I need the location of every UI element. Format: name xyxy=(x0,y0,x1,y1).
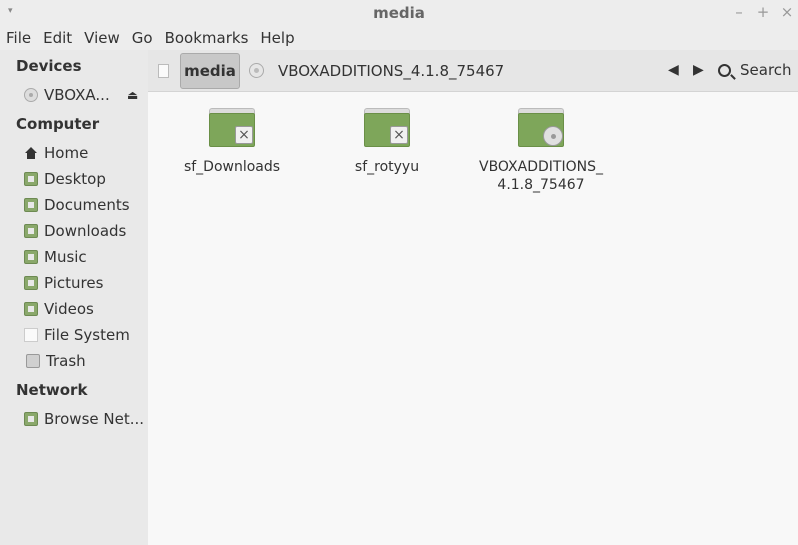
back-button[interactable]: ◀ xyxy=(668,62,679,78)
sidebar-item-pictures[interactable]: Pictures xyxy=(24,272,146,294)
minimize-button[interactable]: – xyxy=(732,3,746,21)
sidebar-item-label: Desktop xyxy=(44,170,106,188)
file-item-sf-downloads[interactable]: × sf_Downloads xyxy=(162,108,302,176)
maximize-button[interactable]: + xyxy=(756,3,770,21)
downloads-folder-icon xyxy=(24,224,38,238)
menu-bookmarks[interactable]: Bookmarks xyxy=(165,29,255,47)
file-name: VBOXADDITIONS_ 4.1.8_75467 xyxy=(471,158,611,194)
sidebar-item-file-system[interactable]: File System xyxy=(24,324,146,346)
sidebar-item-label: Trash xyxy=(46,352,86,370)
sidebar-item-label: Pictures xyxy=(44,274,104,292)
sidebar-item-label: File System xyxy=(44,326,130,344)
sidebar-item-downloads[interactable]: Downloads xyxy=(24,220,146,242)
sidebar-item-label: Music xyxy=(44,248,87,266)
title-bar: ▾ media – + × xyxy=(0,0,798,26)
mounted-disc-folder-icon xyxy=(518,108,564,148)
file-item-sf-rotyyu[interactable]: × sf_rotyyu xyxy=(317,108,457,176)
toggle-location-icon[interactable] xyxy=(158,64,169,78)
disc-icon xyxy=(249,63,264,78)
breadcrumb-media[interactable]: media xyxy=(180,53,240,89)
documents-folder-icon xyxy=(24,198,38,212)
file-view[interactable]: × sf_Downloads × sf_rotyyu VBOXADDITIONS… xyxy=(148,92,798,545)
file-name: sf_rotyyu xyxy=(354,159,420,175)
section-network: Network xyxy=(16,381,88,399)
menu-bar: File Edit View Go Bookmarks Help xyxy=(0,26,798,50)
window-title: media xyxy=(373,4,425,22)
music-folder-icon xyxy=(24,250,38,264)
search-button[interactable]: Search xyxy=(718,61,792,79)
sidebar-item-label: Browse Net... xyxy=(44,410,145,428)
sidebar-item-label: VBOXA... xyxy=(44,86,110,104)
videos-folder-icon xyxy=(24,302,38,316)
sidebar-item-label: Documents xyxy=(44,196,130,214)
file-name-line-2: 4.1.8_75467 xyxy=(497,177,585,193)
disc-emblem-icon xyxy=(543,126,563,146)
shared-folder-icon: × xyxy=(364,108,410,148)
menu-go[interactable]: Go xyxy=(132,29,159,47)
file-name-line-1: VBOXADDITIONS_ xyxy=(479,159,603,175)
network-folder-icon xyxy=(24,412,38,426)
file-item-vboxadditions[interactable]: VBOXADDITIONS_ 4.1.8_75467 xyxy=(471,108,611,194)
sidebar-item-label: Downloads xyxy=(44,222,127,240)
menu-help[interactable]: Help xyxy=(260,29,300,47)
sidebar-item-home[interactable]: Home xyxy=(24,142,146,164)
sidebar-item-videos[interactable]: Videos xyxy=(24,298,146,320)
eject-icon[interactable]: ⏏ xyxy=(127,88,138,102)
menu-file[interactable]: File xyxy=(6,29,37,47)
sidebar-item-label: Home xyxy=(44,144,89,162)
sidebar-item-label: Videos xyxy=(44,300,94,318)
menu-view[interactable]: View xyxy=(84,29,126,47)
home-icon xyxy=(24,146,38,160)
forward-button[interactable]: ▶ xyxy=(693,62,704,78)
file-system-icon xyxy=(24,328,38,342)
disc-icon xyxy=(24,88,38,102)
breadcrumb-vboxadditions[interactable]: VBOXADDITIONS_4.1.8_75467 xyxy=(278,62,504,80)
pictures-folder-icon xyxy=(24,276,38,290)
sidebar-item-trash[interactable]: Trash xyxy=(24,350,146,372)
unreadable-emblem-icon: × xyxy=(390,126,408,144)
section-computer: Computer xyxy=(16,115,100,133)
sidebar-item-music[interactable]: Music xyxy=(24,246,146,268)
search-icon xyxy=(718,63,731,77)
desktop-folder-icon xyxy=(24,172,38,186)
location-toolbar: media VBOXADDITIONS_4.1.8_75467 ◀ ▶ Sear… xyxy=(148,50,798,92)
search-label: Search xyxy=(740,61,792,79)
unreadable-emblem-icon: × xyxy=(235,126,253,144)
sidebar-item-browse-network[interactable]: Browse Net... xyxy=(24,408,146,430)
shared-folder-icon: × xyxy=(209,108,255,148)
close-button[interactable]: × xyxy=(780,3,794,21)
menu-edit[interactable]: Edit xyxy=(43,29,78,47)
trash-icon xyxy=(26,354,40,368)
file-name: sf_Downloads xyxy=(183,159,281,175)
sidebar-item-documents[interactable]: Documents xyxy=(24,194,146,216)
sidebar: Devices VBOXA... ⏏ Computer Home Desktop… xyxy=(0,50,148,545)
section-devices: Devices xyxy=(16,57,82,75)
sidebar-item-desktop[interactable]: Desktop xyxy=(24,168,146,190)
